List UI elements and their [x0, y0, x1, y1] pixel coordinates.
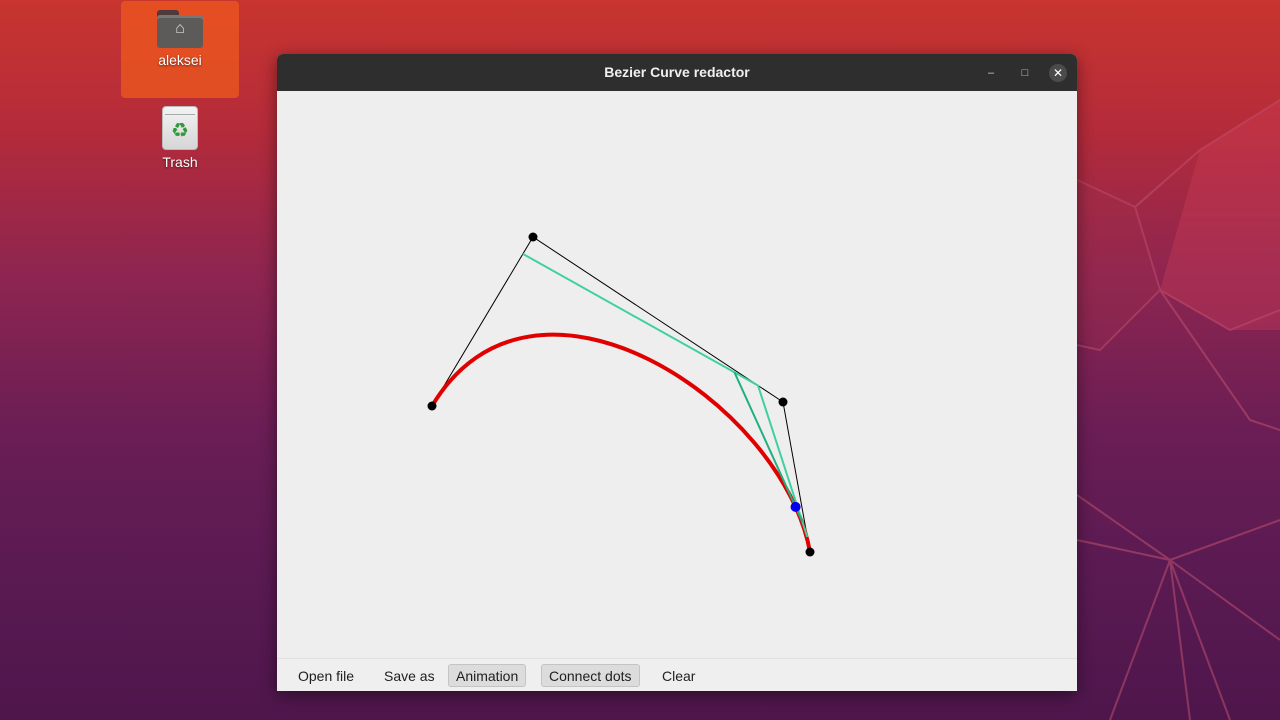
- minimize-button[interactable]: –: [982, 64, 1000, 82]
- drawing-canvas[interactable]: [277, 91, 1077, 658]
- animation-button[interactable]: Animation: [448, 664, 527, 687]
- trash-icon: ♻: [162, 106, 198, 150]
- desktop-icon-trash[interactable]: ♻ Trash: [121, 104, 239, 174]
- app-window: Bezier Curve redactor – □ ✕ Open file Sa…: [277, 54, 1077, 691]
- open-file-button[interactable]: Open file: [290, 664, 362, 687]
- maximize-button[interactable]: □: [1016, 64, 1034, 82]
- window-title: Bezier Curve redactor: [604, 64, 750, 80]
- desktop-icon-label: aleksei: [158, 52, 202, 68]
- control-points: [427, 232, 815, 557]
- construction-lines: [522, 253, 809, 538]
- desktop-icon-label: Trash: [162, 154, 198, 170]
- construction-line-level-1: [522, 253, 809, 538]
- desktop-icon-home-folder[interactable]: ⌂ aleksei: [121, 1, 239, 98]
- control-polygon: [431, 236, 811, 553]
- close-button[interactable]: ✕: [1049, 64, 1067, 82]
- control-point-2[interactable]: [528, 232, 538, 242]
- control-point-1[interactable]: [427, 401, 437, 411]
- construction-line-level-2: [733, 371, 804, 523]
- animated-point: [790, 501, 801, 512]
- window-titlebar[interactable]: Bezier Curve redactor – □ ✕: [277, 54, 1077, 91]
- bezier-curve: [430, 332, 812, 554]
- home-folder-icon: ⌂: [157, 10, 203, 48]
- connect-dots-button[interactable]: Connect dots: [541, 664, 640, 687]
- control-point-4[interactable]: [805, 547, 815, 557]
- save-as-button[interactable]: Save as: [376, 664, 443, 687]
- control-point-3[interactable]: [778, 397, 788, 407]
- bottom-toolbar: Open file Save as Animation Connect dots…: [277, 658, 1077, 691]
- clear-button[interactable]: Clear: [654, 664, 703, 687]
